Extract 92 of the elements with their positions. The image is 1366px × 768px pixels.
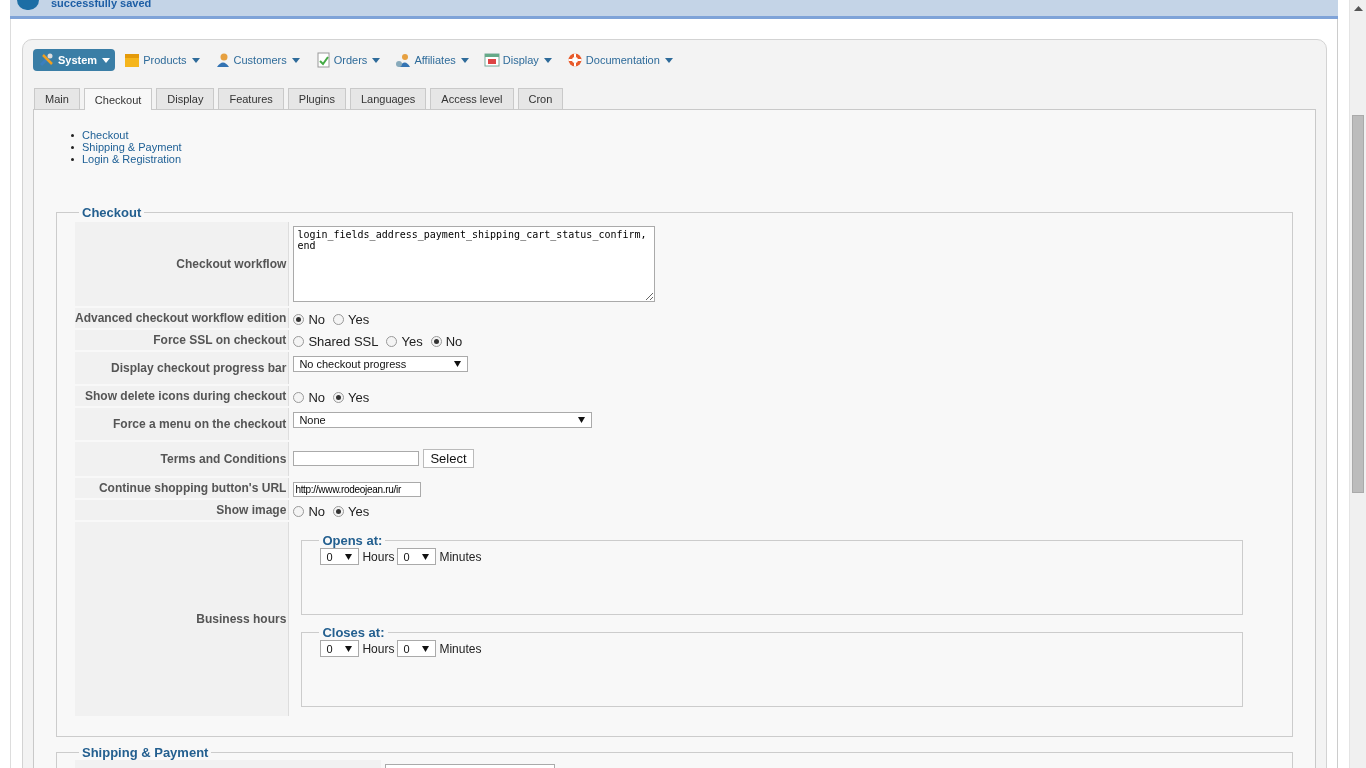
bullet-icon	[71, 145, 74, 149]
radio-label: No	[445, 334, 463, 349]
radio-button[interactable]	[333, 314, 344, 325]
menu-item[interactable]: Affiliates	[392, 49, 475, 71]
field-label: Show delete icons during checkout	[75, 386, 290, 406]
field-label: Terms and Conditions	[75, 442, 290, 476]
radio-label: Yes	[401, 334, 423, 349]
minutes-dropdown[interactable]: 0	[397, 548, 437, 565]
dropdown-arrow-icon	[345, 645, 353, 652]
radio-button[interactable]	[293, 392, 305, 403]
fieldset-legend: Checkout	[79, 205, 145, 220]
minutes-label: Minutes	[439, 641, 482, 656]
hours-dropdown[interactable]: 0	[320, 548, 360, 565]
dropdown-arrow-icon	[422, 553, 430, 560]
section-link[interactable]: Shipping & Payment	[82, 141, 182, 153]
fieldset-legend: Shipping & Payment	[79, 745, 212, 760]
menu-item[interactable]: Orders	[311, 49, 387, 71]
hours-label: Hours	[362, 641, 395, 656]
tab[interactable]: Display	[156, 88, 215, 109]
workflow-textarea[interactable]: login_fields_address_payment_shipping_cart_status_confirm,end	[293, 226, 656, 302]
tab[interactable]: Checkout	[83, 88, 153, 110]
radio-label: No	[308, 390, 325, 405]
field-label: Checkout workflow	[75, 222, 290, 306]
section-link[interactable]: Login & Registration	[82, 153, 182, 165]
dropdown-arrow-icon	[422, 645, 430, 652]
radio-label: No	[308, 504, 325, 519]
fieldset-legend: Opens at:	[319, 533, 386, 548]
radio-button[interactable]	[333, 392, 344, 403]
people-icon	[395, 52, 412, 68]
field-label: Display checkout progress bar	[75, 352, 290, 384]
menu-item[interactable]: Customers	[211, 49, 306, 71]
caret-icon	[372, 57, 381, 63]
radio-label: Shared SSL	[308, 334, 379, 349]
tools-icon	[39, 52, 55, 68]
document-icon	[314, 52, 331, 68]
menu-item[interactable]: Documentation	[563, 49, 679, 71]
tab[interactable]: Features	[218, 88, 284, 109]
radio-button[interactable]	[293, 336, 305, 347]
bullet-icon	[71, 157, 74, 161]
dropdown-arrow-icon	[578, 417, 586, 423]
radio-label: Yes	[348, 390, 370, 405]
caret-icon	[664, 57, 673, 63]
section-link[interactable]: Checkout	[82, 129, 129, 141]
fieldset-legend: Closes at:	[319, 625, 388, 640]
tab[interactable]: Plugins	[287, 88, 346, 109]
minutes-label: Minutes	[439, 549, 482, 564]
url-input[interactable]: http://www.rodeojean.ru/ir	[293, 482, 422, 497]
select-button[interactable]: Select	[423, 449, 474, 468]
window-icon	[483, 52, 500, 68]
scrollbar[interactable]	[1349, 0, 1366, 768]
field-label: Show image	[75, 500, 290, 520]
radio-label: Yes	[348, 312, 370, 327]
menu-item[interactable]: Display	[480, 49, 558, 71]
field-label: Business hours	[75, 522, 290, 716]
box-icon	[124, 52, 141, 68]
caret-icon	[543, 57, 552, 63]
scrollbar-thumb[interactable]	[1352, 115, 1364, 493]
info-icon	[17, 0, 39, 10]
radio-button[interactable]	[293, 314, 305, 325]
dropdown-arrow-icon	[345, 553, 353, 560]
radio-button[interactable]	[430, 336, 442, 347]
field-label: Force SSL on checkout	[75, 330, 290, 350]
field-label: Continue shopping button's URL	[75, 478, 290, 498]
field-label: Force a menu on the checkout	[75, 408, 290, 440]
caret-icon	[460, 57, 469, 63]
dropdown[interactable]: No checkout progress	[293, 356, 469, 372]
tab[interactable]: Access level	[430, 88, 514, 109]
minutes-dropdown[interactable]: 0	[397, 640, 437, 657]
radio-button[interactable]	[293, 506, 305, 517]
caret-icon	[291, 57, 300, 63]
caret-icon	[191, 57, 200, 63]
bullet-icon	[71, 133, 74, 137]
tab[interactable]: Languages	[349, 88, 427, 109]
radio-label: Yes	[348, 504, 370, 519]
radio-label: No	[308, 312, 325, 327]
dropdown-arrow-icon	[454, 361, 462, 367]
scroll-up-icon[interactable]	[1354, 6, 1363, 11]
person-icon	[214, 52, 231, 68]
lifebuoy-icon	[566, 52, 583, 68]
tab[interactable]: Main	[34, 88, 80, 109]
menu-item[interactable]: Products	[121, 49, 206, 71]
message-text: successfully saved	[51, 0, 152, 9]
menu-item[interactable]: System	[33, 49, 116, 71]
radio-button[interactable]	[386, 336, 398, 347]
caret-icon	[102, 57, 111, 63]
tab[interactable]: Cron	[517, 88, 564, 109]
field-label: Advanced checkout workflow edition	[75, 308, 290, 328]
text-input[interactable]	[293, 451, 420, 466]
radio-button[interactable]	[333, 506, 344, 517]
dropdown[interactable]: None	[293, 412, 593, 428]
hours-dropdown[interactable]: 0	[320, 640, 360, 657]
hours-label: Hours	[362, 549, 395, 564]
